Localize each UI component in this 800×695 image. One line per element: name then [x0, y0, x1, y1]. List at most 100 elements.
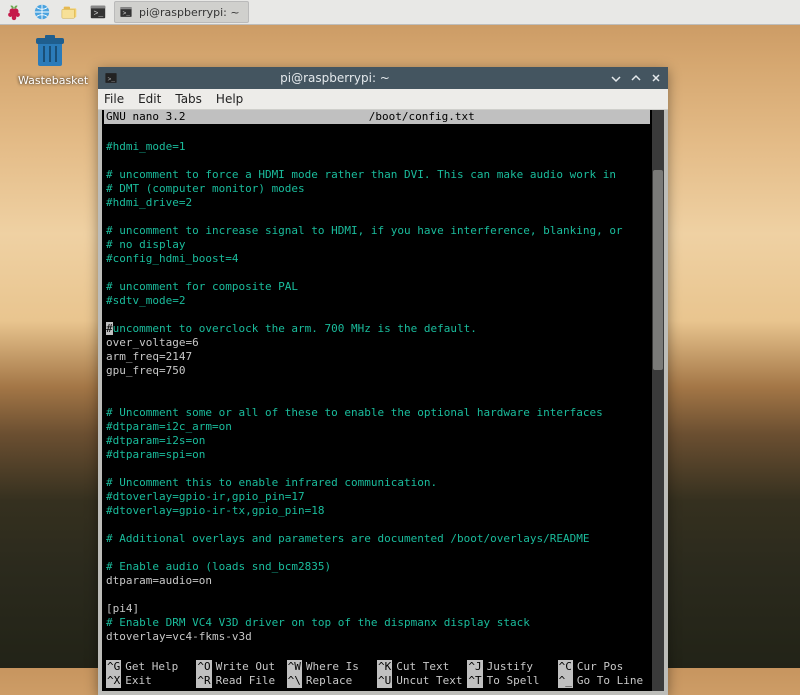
terminal-launcher-icon[interactable]: >_ — [88, 2, 108, 22]
nano-line: dtoverlay=vc4-fkms-v3d — [106, 630, 648, 644]
nano-line: gpu_freq=750 — [106, 364, 648, 378]
nano-shortcut: ^R Read File — [196, 674, 286, 688]
nano-line — [106, 308, 648, 322]
nano-shortcut-label: Replace — [306, 674, 352, 688]
nano-line: # uncomment to force a HDMI mode rather … — [106, 168, 648, 182]
nano-shortcut: ^O Write Out — [196, 660, 286, 674]
window-minimize-button[interactable] — [608, 70, 624, 86]
desktop-trash-label: Wastebasket — [18, 74, 82, 87]
menu-raspberry-icon[interactable] — [4, 2, 24, 22]
nano-shortcut-label: Write Out — [216, 660, 276, 674]
nano-line — [106, 644, 648, 658]
nano-line: over_voltage=6 — [106, 336, 648, 350]
nano-line: #dtoverlay=gpio-ir,gpio_pin=17 — [106, 490, 648, 504]
nano-shortcut-label: Get Help — [125, 660, 178, 674]
nano-line: [pi4] — [106, 602, 648, 616]
nano-line: #hdmi_drive=2 — [106, 196, 648, 210]
nano-shortcut: ^\ Replace — [287, 674, 377, 688]
nano-line — [106, 392, 648, 406]
nano-shortcut-key: ^C — [558, 660, 573, 674]
menu-file[interactable]: File — [104, 92, 124, 106]
terminal[interactable]: GNU nano 3.2 /boot/config.txt #hdmi_mode… — [102, 110, 664, 691]
nano-line: # Additional overlays and parameters are… — [106, 532, 648, 546]
nano-shortcut-key: ^O — [196, 660, 211, 674]
nano-line: # Enable DRM VC4 V3D driver on top of th… — [106, 616, 648, 630]
nano-line — [106, 378, 648, 392]
nano-shortcut-label: Read File — [216, 674, 276, 688]
nano-shortcut: ^WWhere Is — [287, 660, 377, 674]
nano-shortcut-label: Cut Text — [396, 660, 449, 674]
nano-line — [106, 588, 648, 602]
window-app-icon: >_ — [104, 71, 118, 85]
nano-line: # Uncomment some or all of these to enab… — [106, 406, 648, 420]
nano-line — [106, 518, 648, 532]
nano-header: GNU nano 3.2 /boot/config.txt — [104, 110, 650, 124]
nano-shortcut-key: ^W — [287, 660, 302, 674]
nano-line — [106, 210, 648, 224]
nano-shortcut-label: To Spell — [487, 674, 540, 688]
nano-shortcut-key: ^T — [467, 674, 482, 688]
nano-shortcut-label: Uncut Text — [396, 674, 462, 688]
nano-line: # uncomment to increase signal to HDMI, … — [106, 224, 648, 238]
svg-text:>_: >_ — [108, 76, 116, 83]
nano-line: #uncomment to overclock the arm. 700 MHz… — [106, 322, 648, 336]
menu-tabs[interactable]: Tabs — [175, 92, 202, 106]
nano-line: # Uncomment this to enable infrared comm… — [106, 476, 648, 490]
nano-shortcut-key: ^G — [106, 660, 121, 674]
window-close-button[interactable] — [648, 70, 664, 86]
taskbar-button-label: pi@raspberrypi: ~ — [139, 6, 240, 19]
web-browser-icon[interactable] — [32, 2, 52, 22]
nano-shortcut-key: ^X — [106, 674, 121, 688]
svg-text:>_: >_ — [123, 10, 131, 17]
nano-shortcut-label: Cur Pos — [577, 660, 623, 674]
terminal-frame: GNU nano 3.2 /boot/config.txt #hdmi_mode… — [98, 110, 668, 695]
nano-app-name: GNU nano 3.2 — [106, 110, 195, 124]
desktop-trash[interactable]: Wastebasket — [18, 34, 82, 87]
nano-file-name: /boot/config.txt — [195, 110, 648, 124]
nano-shortcut: ^K Cut Text — [377, 660, 467, 674]
nano-shortcut-key: ^K — [377, 660, 392, 674]
nano-shortcut: ^X Exit — [106, 674, 196, 688]
nano-shortcut-key: ^_ — [558, 674, 573, 688]
nano-line — [106, 266, 648, 280]
nano-shortcut: ^T To Spell — [467, 674, 557, 688]
window-titlebar[interactable]: >_ pi@raspberrypi: ~ — [98, 67, 668, 89]
scrollbar-thumb[interactable] — [653, 170, 663, 370]
nano-line: #hdmi_mode=1 — [106, 140, 648, 154]
taskbar-terminal-button[interactable]: >_ pi@raspberrypi: ~ — [114, 1, 249, 23]
nano-line: #sdtv_mode=2 — [106, 294, 648, 308]
nano-line: arm_freq=2147 — [106, 350, 648, 364]
nano-line — [106, 154, 648, 168]
nano-shortcut-key: ^\ — [287, 674, 302, 688]
nano-line: # uncomment for composite PAL — [106, 280, 648, 294]
file-manager-icon[interactable] — [60, 2, 80, 22]
window-menubar: File Edit Tabs Help — [98, 89, 668, 110]
nano-line: #config_hdmi_boost=4 — [106, 252, 648, 266]
terminal-scrollbar[interactable] — [652, 110, 664, 691]
menu-edit[interactable]: Edit — [138, 92, 161, 106]
nano-line — [106, 462, 648, 476]
nano-line: #dtparam=i2s=on — [106, 434, 648, 448]
nano-shortcut-key: ^R — [196, 674, 211, 688]
trash-icon — [30, 34, 70, 70]
nano-shortcut: ^C Cur Pos — [558, 660, 648, 674]
nano-shortcut: ^JJustify — [467, 660, 557, 674]
menu-help[interactable]: Help — [216, 92, 243, 106]
nano-line: # DMT (computer monitor) modes — [106, 182, 648, 196]
nano-shortcut-label: Exit — [125, 674, 152, 688]
nano-line: # Enable audio (loads snd_bcm2835) — [106, 560, 648, 574]
svg-text:>_: >_ — [94, 10, 104, 19]
nano-line: #dtparam=i2c_arm=on — [106, 420, 648, 434]
nano-line — [106, 126, 648, 140]
nano-shortcut-label: Go To Line — [577, 674, 643, 688]
nano-line: #dtoverlay=gpio-ir-tx,gpio_pin=18 — [106, 504, 648, 518]
terminal-window: >_ pi@raspberrypi: ~ File Edit Tabs Help… — [98, 67, 668, 695]
nano-line: # no display — [106, 238, 648, 252]
nano-shortcut-key: ^J — [467, 660, 482, 674]
nano-shortcut-key: ^U — [377, 674, 392, 688]
nano-line: dtparam=audio=on — [106, 574, 648, 588]
nano-footer: ^G Get Help ^O Write Out ^WWhere Is^K Cut Tex… — [104, 658, 650, 691]
nano-body[interactable]: #hdmi_mode=1 # uncomment to force a HDMI… — [104, 124, 650, 658]
nano-line: #dtparam=spi=on — [106, 448, 648, 462]
window-maximize-button[interactable] — [628, 70, 644, 86]
